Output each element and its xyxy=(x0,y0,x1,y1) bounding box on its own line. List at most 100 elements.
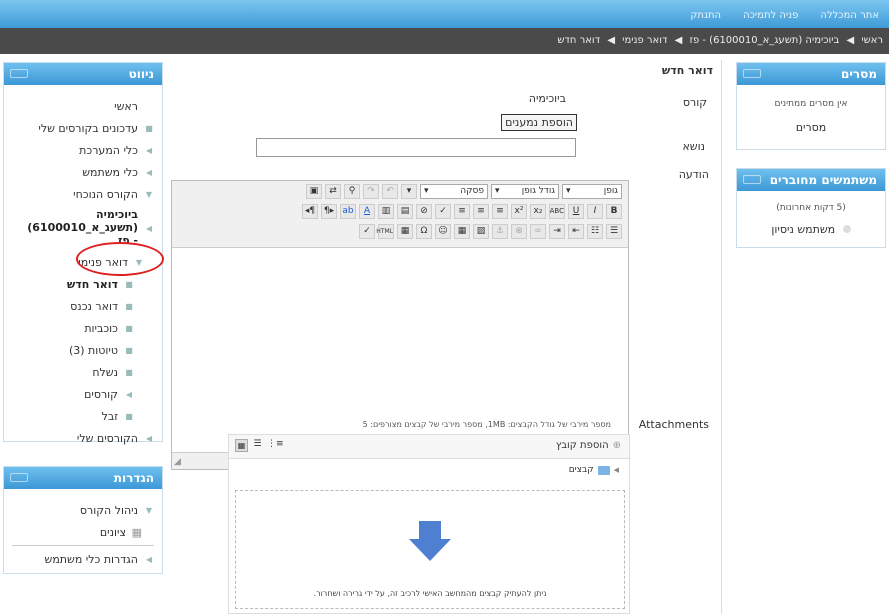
background-color-icon[interactable]: ab xyxy=(340,203,356,219)
anchor-icon[interactable]: ⚓ xyxy=(492,223,508,239)
editor-resize-handle[interactable]: ◢ xyxy=(174,457,184,467)
insert-icon[interactable]: ⊘ xyxy=(416,203,432,219)
align-right-icon[interactable]: ≡ xyxy=(454,203,470,219)
highlight-circle xyxy=(76,242,164,276)
online-users-period: (5 דקות אחרונות) xyxy=(776,203,846,213)
nav-item-label: טיוטות (3) xyxy=(68,343,118,357)
breadcrumb: ראשי ◀ ביוכימיה (תשעג_א_6100010) - פז ◀ … xyxy=(0,28,889,54)
view-list-button[interactable]: ☰ xyxy=(251,439,264,452)
media-icon[interactable]: ▦ xyxy=(454,223,470,239)
editor-toolbar-row-1: גופן ▾ גודל גופן ▾ פסקה ▾ ▾ ↶ ↷ ⚲ ⇄ ▣ xyxy=(172,181,628,201)
expand-arrow-icon: ◀ xyxy=(145,167,153,177)
spellcheck-icon[interactable]: ✓ xyxy=(359,223,375,239)
attachments-limits: מספר מירבי של גודל הקבצים: 1MB, מספר מיר… xyxy=(362,420,611,429)
rtl-icon[interactable]: ¶◂ xyxy=(302,203,318,219)
college-site-link[interactable]: אתר המכללה xyxy=(820,10,879,21)
messages-block-title: מסרים xyxy=(841,67,877,81)
nav-item-label: דואר נכנס xyxy=(70,299,118,313)
course-code: (תשעג_א_6100010) xyxy=(27,221,138,234)
outdent-icon[interactable]: ⇤ xyxy=(568,223,584,239)
block-controls-icon[interactable] xyxy=(743,69,761,78)
message-label: הודעה xyxy=(678,168,709,181)
undo-icon[interactable]: ↶ xyxy=(382,183,398,199)
nav-item-course-admin[interactable]: ▼ ניהול הקורס xyxy=(12,499,154,521)
breadcrumb-mail[interactable]: דואר פנימי xyxy=(622,35,667,46)
dropdown-toggle-icon[interactable]: ▾ xyxy=(401,183,417,199)
nav-item-user-tools[interactable]: ◀ כלי משתמש xyxy=(12,161,154,183)
nav-item-trash[interactable]: ■ זבל xyxy=(12,405,134,427)
expand-arrow-icon: ◀ xyxy=(145,433,153,443)
nav-item-sent[interactable]: ■ נשלח xyxy=(12,361,134,383)
messages-link[interactable]: מסרים xyxy=(745,121,877,134)
ltr-icon[interactable]: ▸¶ xyxy=(321,203,337,219)
online-user-item[interactable]: משתמש ניסיון xyxy=(745,223,877,236)
nav-item-home[interactable]: ראשי xyxy=(12,95,154,117)
find-icon[interactable]: ⚲ xyxy=(344,183,360,199)
special-char-icon[interactable]: Ω xyxy=(416,223,432,239)
nav-item-course-updates[interactable]: ■ עדכונים בקורסים שלי xyxy=(12,117,154,139)
bullet-icon: ■ xyxy=(125,323,133,333)
view-tree-button[interactable]: ⋮≡ xyxy=(267,439,284,452)
block-controls-icon[interactable] xyxy=(10,69,28,78)
breadcrumb-current: דואר חדש xyxy=(557,35,601,46)
dropdown-arrow-icon: ▾ xyxy=(424,185,429,196)
italic-icon[interactable]: I xyxy=(587,203,603,219)
nav-item-starred[interactable]: ■ כוכביות xyxy=(12,317,134,339)
subject-label: נושא xyxy=(682,140,705,153)
fullscreen-icon[interactable]: ▣ xyxy=(306,183,322,199)
nav-item-drafts[interactable]: ■ טיוטות (3) xyxy=(12,339,134,361)
settings-block: הגדרות ▼ ניהול הקורס ▦ ציונים ◀ הגדרות כלי … xyxy=(3,466,163,574)
nav-item-courses[interactable]: ◀ קורסים xyxy=(12,383,134,405)
file-drop-zone[interactable]: ניתן להעתיק קבצים מהמחשב האישי לרכיב זה,… xyxy=(235,490,625,609)
clean-icon[interactable]: ✓ xyxy=(435,203,451,219)
text-color-icon[interactable]: A xyxy=(359,203,375,219)
emoticon-icon[interactable]: ☺ xyxy=(435,223,451,239)
replace-icon[interactable]: ⇄ xyxy=(325,183,341,199)
file-folder-row[interactable]: ◀ קבצים xyxy=(569,465,619,475)
bold-icon[interactable]: B xyxy=(606,203,622,219)
subject-input[interactable] xyxy=(256,138,576,157)
view-icons-button[interactable]: ▦ xyxy=(235,439,248,452)
image-icon[interactable]: ▨ xyxy=(473,223,489,239)
form-heading: דואר חדש xyxy=(661,64,713,77)
breadcrumb-separator-icon: ◀ xyxy=(846,35,855,46)
font-size-select[interactable]: גודל גופן ▾ xyxy=(491,183,559,199)
logout-link[interactable]: התנתק xyxy=(690,10,721,21)
nav-course-title[interactable]: ◀ ביוכימיה (תשעג_א_6100010) - פז xyxy=(12,208,154,247)
nav-item-label: כוכביות xyxy=(84,321,118,335)
block-controls-icon[interactable] xyxy=(10,473,28,482)
nav-item-user-tool-settings[interactable]: ◀ הגדרות כלי משתמש xyxy=(12,548,154,570)
nav-item-grades[interactable]: ▦ ציונים xyxy=(12,521,154,543)
support-link[interactable]: פניה לתמיכה xyxy=(743,10,798,21)
link-icon[interactable]: ∞ xyxy=(530,223,546,239)
paste-word-icon[interactable]: ▥ xyxy=(378,203,394,219)
subscript-icon[interactable]: x₂ xyxy=(530,203,546,219)
paste-text-icon[interactable]: ▤ xyxy=(397,203,413,219)
breadcrumb-course[interactable]: ביוכימיה (תשעג_א_6100010) - פז xyxy=(690,35,840,46)
collapse-arrow-icon: ▼ xyxy=(145,505,153,515)
nav-item-current-course[interactable]: ▼ הקורס הנוכחי xyxy=(12,183,154,205)
breadcrumb-home[interactable]: ראשי xyxy=(861,35,883,46)
add-recipients-button[interactable]: הוספת נמענים xyxy=(501,114,577,131)
block-controls-icon[interactable] xyxy=(743,175,761,184)
underline-icon[interactable]: U xyxy=(568,203,584,219)
table-icon[interactable]: ▦ xyxy=(397,223,413,239)
superscript-icon[interactable]: x² xyxy=(511,203,527,219)
nav-item-system-tools[interactable]: ◀ כלי המערכת xyxy=(12,139,154,161)
nav-item-my-courses[interactable]: ◀ הקורסים שלי xyxy=(12,427,154,449)
align-left-icon[interactable]: ≡ xyxy=(492,203,508,219)
unlink-icon[interactable]: ⊗ xyxy=(511,223,527,239)
html-source-icon[interactable]: HTML xyxy=(376,223,394,239)
paragraph-select[interactable]: פסקה ▾ xyxy=(420,183,488,199)
bullet-list-icon[interactable]: ☰ xyxy=(606,223,622,239)
strikethrough-icon[interactable]: ABC xyxy=(549,203,565,219)
font-select[interactable]: גופן ▾ xyxy=(562,183,622,199)
redo-icon[interactable]: ↷ xyxy=(363,183,379,199)
indent-icon[interactable]: ⇥ xyxy=(549,223,565,239)
add-file-button[interactable]: ⊕ הוספת קובץ xyxy=(556,440,621,451)
numbered-list-icon[interactable]: ☷ xyxy=(587,223,603,239)
align-center-icon[interactable]: ≡ xyxy=(473,203,489,219)
nav-item-label: דואר חדש xyxy=(66,277,118,291)
nav-item-inbox[interactable]: ■ דואר נכנס xyxy=(12,295,134,317)
nav-item-new-mail[interactable]: ■ דואר חדש xyxy=(12,273,134,295)
